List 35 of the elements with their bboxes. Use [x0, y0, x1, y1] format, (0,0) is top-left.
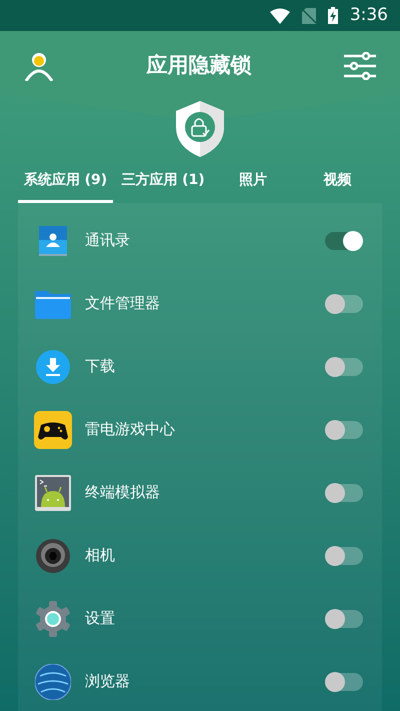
app-title: 应用隐藏锁	[146, 52, 252, 80]
app-name: 雷电游戏中心	[85, 419, 176, 440]
app-name: 浏览器	[85, 671, 131, 692]
user-icon[interactable]	[24, 51, 54, 81]
toggle-switch[interactable]	[325, 672, 363, 690]
globe-icon	[35, 664, 71, 700]
status-time: 3:36	[350, 4, 388, 27]
gear-icon	[35, 600, 71, 636]
folder-icon	[35, 288, 71, 318]
no-sim-icon	[302, 8, 316, 24]
toggle-switch[interactable]	[325, 484, 363, 502]
app-name: 下载	[85, 356, 116, 378]
gamepad-icon	[34, 410, 72, 448]
terminal-android-icon	[35, 474, 71, 510]
app-name: 文件管理器	[85, 293, 161, 314]
tab[interactable]: 系统应用 (9)	[18, 161, 113, 203]
contacts-icon	[38, 226, 68, 256]
tab[interactable]: 三方应用 (1)	[113, 161, 213, 203]
toggle-switch[interactable]	[325, 546, 363, 564]
toggle-switch[interactable]	[325, 294, 363, 312]
tab[interactable]: 照片	[213, 161, 293, 203]
toggle-switch[interactable]	[325, 358, 363, 376]
camera-lens-icon	[36, 538, 70, 572]
wifi-icon	[270, 8, 290, 24]
settings-sliders-icon[interactable]	[344, 52, 376, 80]
toggle-switch[interactable]	[325, 232, 363, 250]
toggle-switch[interactable]	[325, 610, 363, 628]
battery-charging-icon	[328, 7, 338, 24]
app-name: 相机	[85, 545, 116, 566]
toggle-switch[interactable]	[325, 420, 363, 438]
app-name: 终端模拟器	[85, 482, 161, 504]
app-name: 设置	[85, 608, 116, 630]
app-name: 通讯录	[85, 230, 131, 252]
tab[interactable]: 视频	[293, 161, 382, 203]
download-icon	[36, 350, 70, 384]
